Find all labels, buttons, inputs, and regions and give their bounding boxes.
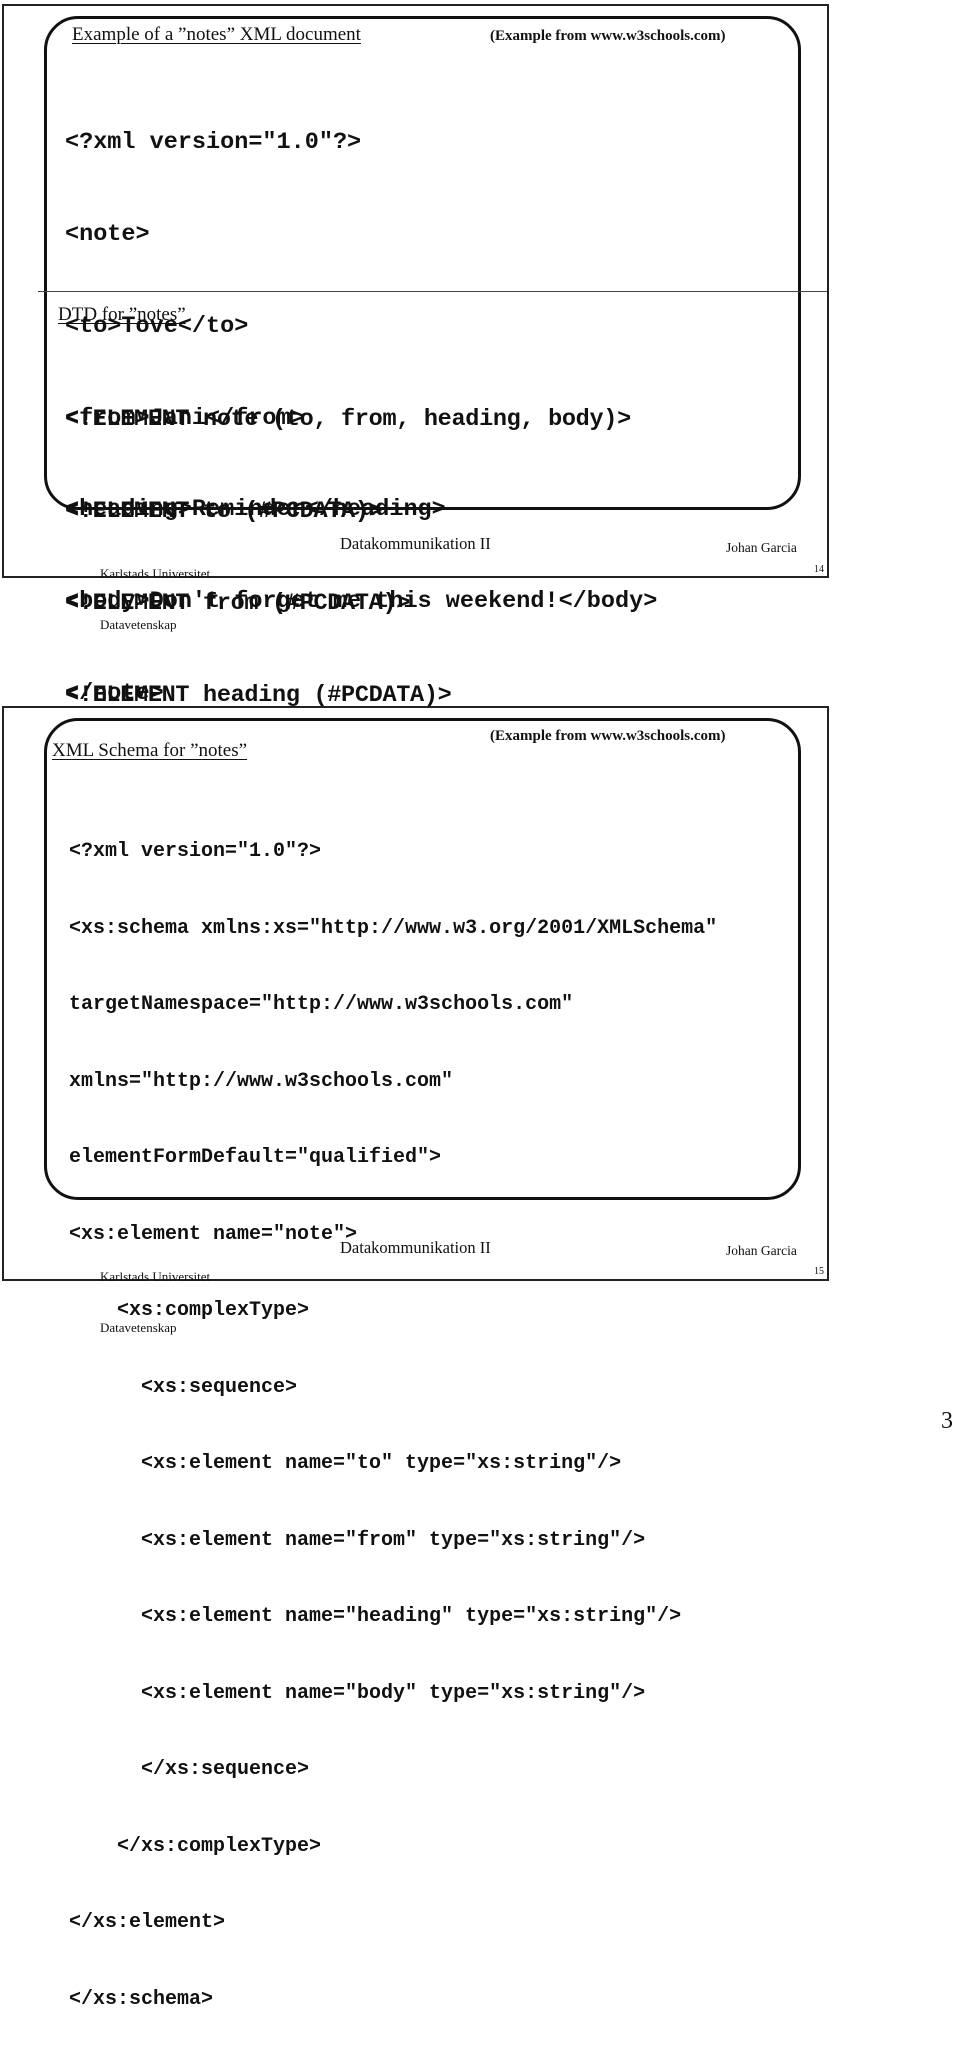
code-line: xmlns="http://www.w3schools.com" bbox=[69, 1069, 454, 1093]
slide-page-number: 14 bbox=[814, 564, 824, 575]
footer-course: Datakommunikation II bbox=[340, 534, 491, 553]
slide-page-number: 15 bbox=[814, 1266, 824, 1277]
code-line: </xs:element> bbox=[69, 1911, 226, 1934]
code-line: <xs:element name="body" type="xs:string"… bbox=[69, 1681, 646, 1705]
code-line: <!ELEMENT note (to, from, heading, body)… bbox=[65, 406, 631, 434]
footer-author: Johan Garcia bbox=[726, 540, 797, 555]
source-credit: (Example from www.w3schools.com) bbox=[490, 728, 726, 744]
footer-institution: Karlstads Universitet Datavetenskap bbox=[100, 1269, 211, 1335]
sheet-page-number: 3 bbox=[941, 1408, 953, 1434]
code-line: <xs:element name="heading" type="xs:stri… bbox=[69, 1605, 682, 1628]
code-line: <?xml version="1.0"?> bbox=[65, 129, 362, 157]
code-line: <!ELEMENT to (#PCDATA)> bbox=[65, 497, 383, 525]
slide-15: XML Schema for ”notes” (Example from www… bbox=[2, 706, 829, 2011]
footer-course: Datakommunikation II bbox=[340, 1238, 491, 1257]
footer-author: Johan Garcia bbox=[726, 1243, 797, 1258]
source-credit: (Example from www.w3schools.com) bbox=[490, 28, 726, 44]
code-line: elementFormDefault="qualified"> bbox=[69, 1146, 442, 1169]
slide-14: Example of a ”notes” XML document (Examp… bbox=[2, 4, 829, 800]
code-line: <?xml version="1.0"?> bbox=[69, 840, 322, 863]
code-line: <xs:element name="from" type="xs:string"… bbox=[69, 1528, 646, 1552]
footer-institution: Karlstads Universitet Datavetenskap bbox=[100, 566, 211, 632]
code-line: <note> bbox=[65, 220, 150, 248]
code-line: </xs:schema> bbox=[69, 1987, 214, 2011]
code-line: </xs:complexType> bbox=[69, 1834, 322, 1858]
code-line: <xs:element name="to" type="xs:string"/> bbox=[69, 1452, 622, 1475]
code-line: targetNamespace="http://www.w3schools.co… bbox=[69, 993, 574, 1016]
dtd-title: DTD for ”notes” bbox=[58, 304, 186, 325]
schema-title: XML Schema for ”notes” bbox=[52, 740, 248, 761]
schema-code-block: <?xml version="1.0"?> <xs:schema xmlns:x… bbox=[69, 788, 717, 2063]
section-divider bbox=[38, 291, 827, 292]
xml-example-title: Example of a ”notes” XML document bbox=[72, 24, 361, 45]
code-line: <xs:sequence> bbox=[69, 1375, 298, 1399]
code-line: </xs:sequence> bbox=[69, 1758, 310, 1781]
code-line: <xs:schema xmlns:xs="http://www.w3.org/2… bbox=[69, 916, 718, 940]
